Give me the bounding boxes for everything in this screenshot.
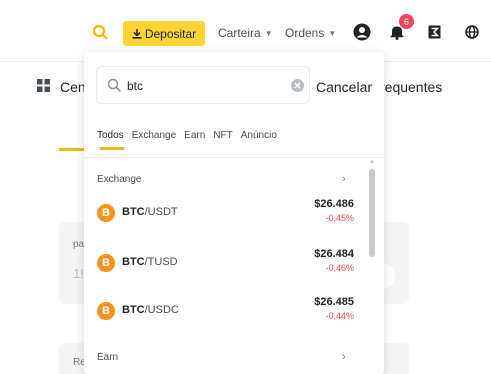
pair-quote: /USDC — [144, 304, 179, 316]
globe-icon[interactable] — [465, 25, 479, 39]
chevron-right-icon[interactable]: › — [342, 351, 346, 363]
cancel-button[interactable]: Cancelar — [316, 79, 373, 95]
tab-earn[interactable]: Earn — [184, 130, 205, 141]
section-header-earn: Earn — [97, 352, 119, 363]
active-tab-underline — [100, 147, 124, 150]
section-header-exchange: Exchange — [97, 174, 142, 185]
scroll-up-icon[interactable]: ▲ — [369, 159, 375, 165]
deposit-label: Depositar — [144, 26, 197, 41]
pair-base: BTC — [122, 304, 145, 316]
bitcoin-icon: B — [97, 254, 115, 272]
pair-name: BTC/USDT — [122, 206, 178, 218]
wallet-menu[interactable]: Carteira ▼ — [218, 26, 273, 40]
background-card-value: 1! — [73, 266, 84, 281]
background-section-title-right: requentes — [380, 79, 443, 95]
scroll-thumb[interactable] — [369, 169, 375, 257]
divider — [84, 157, 384, 158]
download-arrow-icon — [132, 28, 142, 39]
pair-row[interactable]: B BTC/USDT $26.486 -0,45% — [84, 192, 366, 238]
pair-change: -0,46% — [325, 263, 354, 273]
pair-change: -0,45% — [325, 213, 354, 223]
caret-down-icon: ▼ — [264, 28, 273, 38]
clear-icon[interactable] — [291, 79, 304, 92]
pair-change: -0,44% — [325, 311, 354, 321]
pair-name: BTC/USDC — [122, 304, 179, 316]
caret-down-icon: ▼ — [328, 28, 337, 38]
pair-base: BTC — [122, 206, 145, 218]
search-input[interactable] — [127, 76, 277, 96]
pair-row[interactable]: B BTC/TUSD $26.484 -0,46% — [84, 242, 366, 288]
search-icon[interactable] — [92, 24, 108, 40]
app-download-icon[interactable] — [428, 25, 441, 39]
pair-quote: /USDT — [144, 206, 178, 218]
tab-nft[interactable]: NFT — [213, 130, 232, 141]
pair-price: $26.484 — [314, 248, 354, 260]
background-section-title: Cen — [60, 79, 86, 95]
search-icon — [107, 78, 121, 92]
wallet-label: Carteira — [218, 26, 261, 40]
orders-menu[interactable]: Ordens ▼ — [285, 26, 336, 40]
search-box[interactable] — [96, 66, 310, 104]
pair-price: $26.485 — [314, 296, 354, 308]
tab-anuncio[interactable]: Anúncio — [241, 130, 277, 141]
pair-price: $26.486 — [314, 198, 354, 210]
bitcoin-icon: B — [97, 302, 115, 320]
pair-base: BTC — [122, 256, 145, 268]
background-card-label: pa — [73, 239, 85, 250]
pair-name: BTC/TUSD — [122, 256, 178, 268]
scrollbar[interactable]: ▲ — [367, 157, 377, 374]
tab-todos[interactable]: Todos — [97, 130, 124, 141]
pair-row[interactable]: B BTC/USDC $26.485 -0,44% — [84, 290, 366, 336]
orders-label: Ordens — [285, 26, 325, 40]
background-tab-underline — [59, 148, 85, 151]
grid-icon — [37, 79, 50, 92]
pair-quote: /TUSD — [144, 256, 178, 268]
bitcoin-icon: B — [97, 204, 115, 222]
notification-badge: 6 — [399, 14, 414, 29]
profile-icon[interactable] — [353, 23, 371, 41]
chevron-right-icon[interactable]: › — [342, 173, 346, 185]
deposit-button[interactable]: Depositar — [123, 21, 205, 46]
search-tabs: Todos Exchange Earn NFT Anúncio — [97, 130, 285, 141]
tab-exchange[interactable]: Exchange — [132, 130, 176, 141]
